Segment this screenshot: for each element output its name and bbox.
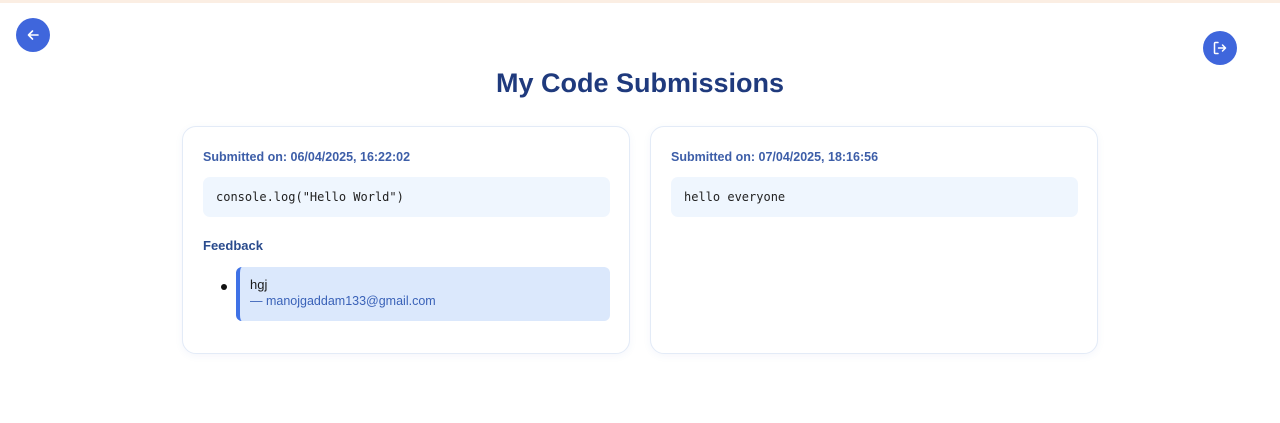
logout-icon	[1213, 41, 1227, 55]
submission-card: Submitted on: 06/04/2025, 16:22:02 conso…	[182, 126, 630, 354]
feedback-text: hgj	[250, 277, 268, 292]
feedback-heading: Feedback	[203, 238, 263, 253]
list-bullet	[221, 284, 227, 290]
code-block: console.log("Hello World")	[203, 177, 610, 217]
back-button[interactable]	[16, 18, 50, 52]
logout-button[interactable]	[1203, 31, 1237, 65]
page-title: My Code Submissions	[495, 68, 785, 98]
feedback-item: hgj — manojgaddam133@gmail.com	[236, 267, 610, 321]
submission-date: Submitted on: 07/04/2025, 18:16:56	[671, 150, 879, 164]
feedback-author: — manojgaddam133@gmail.com	[250, 294, 436, 308]
submission-date: Submitted on: 06/04/2025, 16:22:02	[203, 150, 411, 164]
arrow-left-icon	[27, 30, 39, 40]
submission-card: Submitted on: 07/04/2025, 18:16:56 hello…	[650, 126, 1098, 354]
top-border	[0, 0, 1280, 3]
page: My Code Submissions Submitted on: 06/04/…	[0, 0, 1280, 423]
code-block: hello everyone	[671, 177, 1078, 217]
